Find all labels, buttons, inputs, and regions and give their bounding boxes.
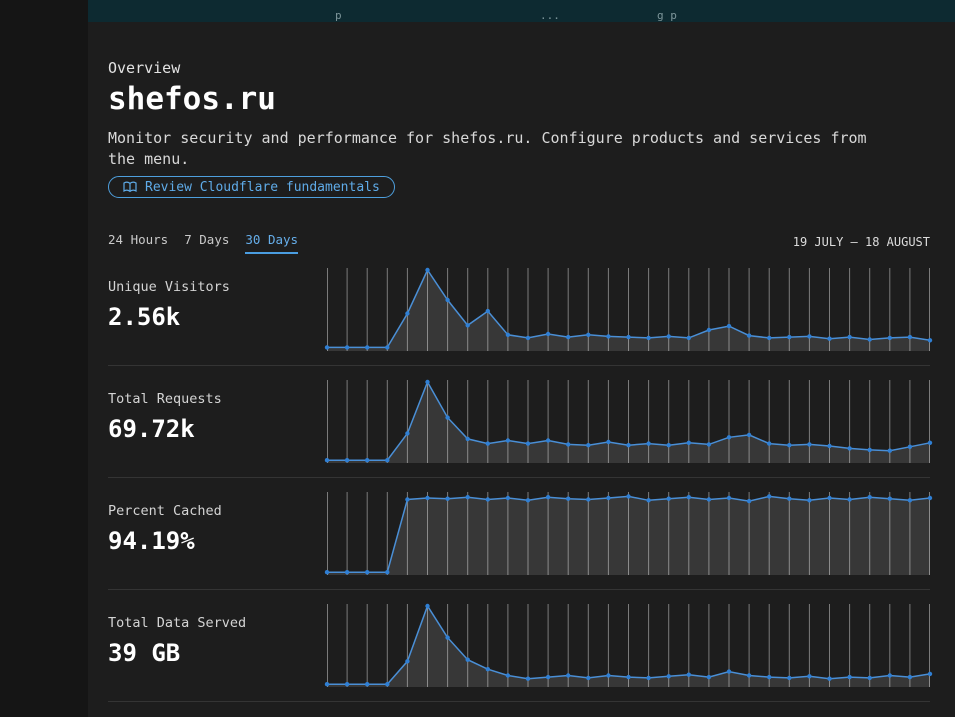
metric-row-unique-visitors: Unique Visitors 2.56k [108,268,930,366]
overview-page: Overview shefos.ru Monitor security and … [108,22,930,702]
metric-sparkline-chart[interactable] [327,492,930,575]
metric-info-percent-cached: Percent Cached 94.19% [108,492,327,556]
tab-24-hours[interactable]: 24 Hours [108,232,168,254]
metric-sparkline-chart[interactable] [327,380,930,463]
page-eyebrow: Overview [108,58,930,78]
page-title: shefos.ru [108,82,930,116]
topbar-text-fragment: ... [540,9,560,22]
metric-value: 94.19% [108,526,327,556]
metric-info-total-data-served: Total Data Served 39 GB [108,604,327,668]
metric-label: Unique Visitors [108,278,327,296]
metric-sparkline-chart[interactable] [327,604,930,687]
metric-info-unique-visitors: Unique Visitors 2.56k [108,268,327,332]
tab-30-days[interactable]: 30 Days [245,232,298,254]
metric-label: Percent Cached [108,502,327,520]
metric-value: 39 GB [108,638,327,668]
time-range-tabs: 24 Hours 7 Days 30 Days [108,232,298,254]
metric-rows: Unique Visitors 2.56k Total Requests 69.72k… [108,268,930,702]
date-range-label: 19 JULY — 18 AUGUST [793,235,930,254]
tab-7-days[interactable]: 7 Days [184,232,229,254]
metric-label: Total Requests [108,390,327,408]
book-icon [123,181,137,193]
topbar-text-fragment: p [335,9,342,22]
topbar-text-fragment: g p [657,9,677,22]
review-fundamentals-label: Review Cloudflare fundamentals [145,180,380,195]
page-description: Monitor security and performance for she… [108,128,898,170]
metric-row-total-data-served: Total Data Served 39 GB [108,590,930,702]
metric-value: 2.56k [108,302,327,332]
metric-info-total-requests: Total Requests 69.72k [108,380,327,444]
metric-value: 69.72k [108,414,327,444]
metric-row-percent-cached: Percent Cached 94.19% [108,478,930,590]
review-fundamentals-button[interactable]: Review Cloudflare fundamentals [108,176,395,198]
left-gutter [0,0,88,717]
metric-sparkline-chart[interactable] [327,268,930,351]
metric-row-total-requests: Total Requests 69.72k [108,366,930,478]
metric-label: Total Data Served [108,614,327,632]
top-navigation-bar: p... g p [88,0,955,22]
time-filter-row: 24 Hours 7 Days 30 Days 19 JULY — 18 AUGUS… [108,232,930,254]
